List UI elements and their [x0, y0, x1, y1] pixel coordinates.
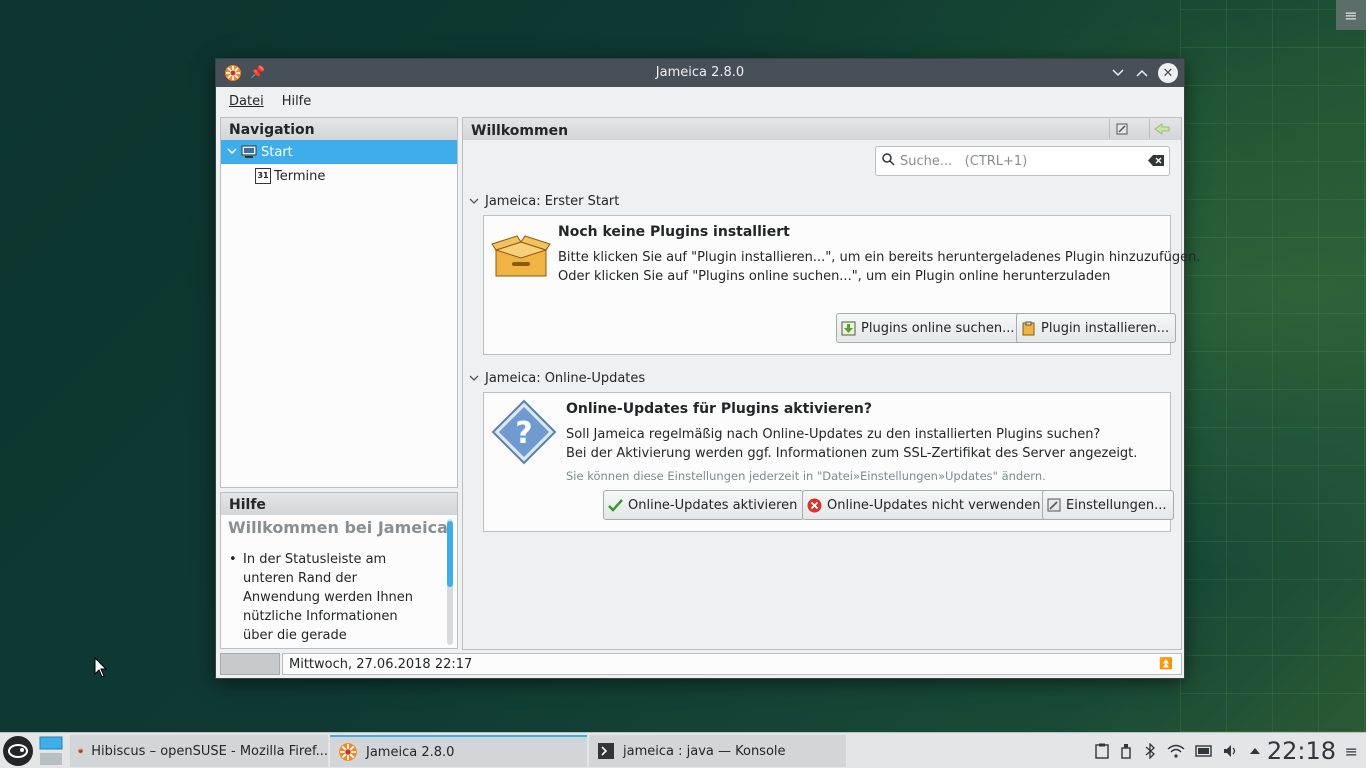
system-tray: [1095, 733, 1261, 768]
menu-bar: Datei Hilfe: [216, 87, 1184, 115]
card-heading: Online-Updates für Plugins aktivieren?: [566, 401, 873, 417]
expand-tray-icon[interactable]: [1249, 747, 1261, 755]
expand-log-icon[interactable]: ⏫: [1159, 657, 1173, 670]
search-icon: [882, 153, 895, 166]
task-konsole[interactable]: jameica : java — Konsole: [589, 735, 846, 767]
tree-item-start[interactable]: Start: [221, 140, 457, 164]
status-text: Mittwoch, 27.06.2018 22:17: [289, 657, 473, 672]
button-label: Plugin installieren...: [1041, 320, 1170, 336]
plugins-card: Noch keine Plugins installiert Bitte kli…: [483, 215, 1200, 355]
help-scrollbar[interactable]: [447, 519, 453, 645]
close-button[interactable]: ✕: [1158, 63, 1178, 83]
help-bullet-text: In der Statusleiste am unteren Rand der …: [229, 550, 429, 648]
jameica-icon: [339, 743, 357, 761]
online-updates-aktivieren-button[interactable]: Online-Updates aktivieren: [603, 490, 805, 520]
maximize-button[interactable]: [1132, 63, 1152, 83]
firefox-icon: [78, 748, 83, 754]
card-note: Sie können diese Einstellungen jederzeit…: [566, 469, 1046, 483]
card-text-line: Bei der Aktivierung werden ggf. Informat…: [566, 446, 1138, 461]
clipboard-icon[interactable]: [1095, 743, 1109, 759]
clock[interactable]: 22:18: [1267, 737, 1336, 765]
navigation-panel: Navigation Start 31 Termine: [220, 117, 458, 488]
main-panel: Willkommen Jameica: Erster Start: [462, 117, 1200, 650]
menu-datei-label: Datei: [229, 93, 264, 109]
button-label: Online-Updates aktivieren: [628, 497, 798, 513]
status-progress: [220, 653, 280, 675]
button-label: Online-Updates nicht verwenden: [827, 497, 1041, 513]
mouse-cursor-icon: [94, 657, 108, 678]
help-header: Hilfe: [221, 493, 457, 515]
tree-item-label: Start: [261, 144, 293, 160]
svg-text:?: ?: [515, 416, 532, 451]
application-launcher-icon[interactable]: [3, 736, 33, 766]
updates-card: ? Online-Updates für Plugins aktivieren?…: [483, 392, 1174, 532]
card-text-line: Soll Jameica regelmäßig nach Online-Upda…: [566, 427, 1101, 442]
usb-device-icon[interactable]: [1121, 743, 1131, 759]
chevron-down-icon: [469, 198, 479, 204]
help-panel: Hilfe Willkommen bei Jameica. In der Sta…: [220, 492, 458, 649]
task-firefox[interactable]: Hibiscus – openSUSE - Mozilla Firef...: [70, 735, 328, 767]
button-label: Einstellungen...: [1066, 497, 1167, 513]
desktop-pattern: [1180, 0, 1366, 732]
section-online-updates-toggle[interactable]: Jameica: Online-Updates: [469, 371, 645, 386]
volume-icon[interactable]: [1223, 744, 1239, 758]
main-header: Willkommen: [463, 118, 1181, 140]
button-label: Plugins online suchen...: [861, 320, 1015, 336]
checkmark-icon: [608, 498, 623, 512]
bluetooth-icon[interactable]: [1145, 743, 1155, 759]
plugins-online-suchen-button[interactable]: Plugins online suchen...: [836, 313, 1022, 343]
cancel-icon: [807, 498, 822, 512]
help-title: Willkommen bei Jameica.: [228, 518, 454, 537]
panel-menu-icon[interactable]: ≡: [1345, 742, 1358, 761]
menu-hilfe[interactable]: Hilfe: [282, 94, 312, 109]
tree-item-termine[interactable]: 31 Termine: [221, 164, 457, 188]
main-header-title: Willkommen: [471, 123, 569, 139]
window-title: Jameica 2.8.0: [655, 65, 745, 80]
task-label: jameica : java — Konsole: [623, 743, 786, 759]
expand-arrow-icon[interactable]: [227, 147, 237, 158]
title-bar[interactable]: 📌 Jameica 2.8.0 ✕: [216, 59, 1184, 87]
search-box[interactable]: [875, 146, 1170, 176]
card-heading: Noch keine Plugins installiert: [558, 224, 790, 240]
section-title: Jameica: Online-Updates: [485, 371, 646, 386]
settings-icon: [1047, 498, 1061, 512]
task-jameica[interactable]: Jameica 2.8.0: [330, 735, 587, 767]
tree-item-label: Termine: [274, 168, 326, 184]
computer-icon: [241, 145, 257, 158]
download-icon: [841, 321, 856, 335]
jameica-window: 📌 Jameica 2.8.0 ✕ Datei Hilfe Navigation…: [215, 58, 1200, 679]
status-bar: Mittwoch, 27.06.2018 22:17 ⏫: [220, 652, 1182, 676]
search-input[interactable]: [900, 152, 1140, 170]
question-icon: ?: [491, 399, 557, 465]
back-arrow-icon[interactable]: [1149, 119, 1173, 139]
package-icon: [491, 235, 551, 277]
plugin-installieren-button[interactable]: Plugin installieren...: [1016, 313, 1177, 343]
card-text-line: Oder klicken Sie auf "Plugins online suc…: [558, 269, 1111, 284]
calendar-icon: 31: [255, 168, 271, 184]
task-label: Hibiscus – openSUSE - Mozilla Firef...: [91, 743, 328, 759]
battery-icon[interactable]: [1195, 744, 1213, 758]
navigation-header: Navigation: [221, 118, 457, 140]
terminal-icon: [598, 743, 614, 759]
section-erster-start-toggle[interactable]: Jameica: Erster Start: [469, 194, 619, 209]
task-label: Jameica 2.8.0: [366, 744, 455, 760]
clipboard-icon: [1022, 321, 1035, 335]
desktop-toolbox-icon[interactable]: ≡: [1336, 0, 1366, 30]
einstellungen-button[interactable]: Einstellungen...: [1042, 490, 1174, 520]
show-desktop-icon[interactable]: [38, 735, 64, 767]
taskbar: Hibiscus – openSUSE - Mozilla Firef... J…: [0, 732, 1366, 768]
chevron-down-icon: [469, 375, 479, 381]
section-title: Jameica: Erster Start: [485, 194, 620, 209]
card-text-line: Bitte klicken Sie auf "Plugin installier…: [558, 250, 1201, 265]
clear-search-icon[interactable]: [1147, 154, 1165, 167]
wifi-icon[interactable]: [1167, 744, 1185, 758]
scrollbar-thumb[interactable]: [447, 521, 453, 587]
online-updates-nicht-verwenden-button[interactable]: Online-Updates nicht verwenden: [802, 490, 1048, 520]
menu-datei[interactable]: Datei: [229, 94, 264, 109]
status-text-field: Mittwoch, 27.06.2018 22:17 ⏫: [282, 653, 1182, 675]
minimize-button[interactable]: [1108, 63, 1128, 83]
settings-icon[interactable]: [1109, 119, 1133, 139]
